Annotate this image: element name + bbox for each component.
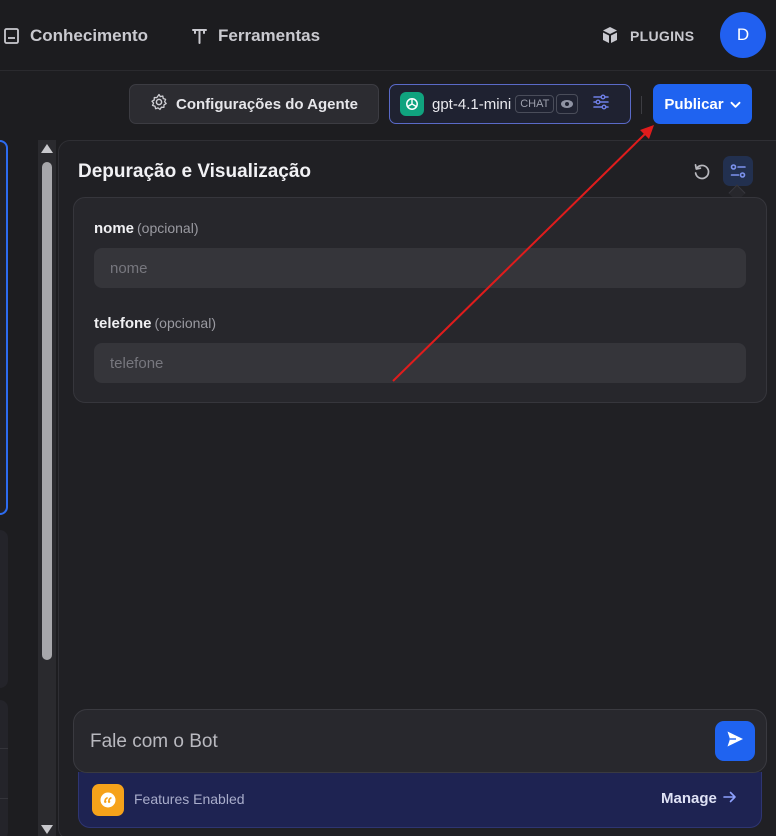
- nav-item-tools[interactable]: Ferramentas: [190, 24, 320, 48]
- model-selector[interactable]: gpt-4.1-mini CHAT: [389, 84, 631, 124]
- scroll-down-arrow[interactable]: [41, 825, 53, 834]
- toolbar-divider: [641, 96, 642, 114]
- field-name: telefone: [94, 315, 152, 332]
- nome-input[interactable]: [94, 248, 746, 288]
- left-panel-selected[interactable]: [0, 140, 8, 515]
- book-icon: [2, 26, 22, 46]
- model-name: gpt-4.1-mini: [432, 95, 512, 113]
- agent-settings-label: Configurações do Agente: [176, 95, 358, 113]
- cube-icon: [600, 25, 620, 48]
- left-panel[interactable]: [0, 530, 8, 688]
- scrollbar-thumb[interactable]: [42, 162, 52, 660]
- nav-item-knowledge[interactable]: Conhecimento: [2, 24, 148, 48]
- arrow-right-icon: [723, 790, 737, 807]
- publish-button[interactable]: Publicar: [653, 84, 752, 124]
- publish-label: Publicar: [664, 95, 724, 113]
- nav-item-plugins[interactable]: PLUGINS: [600, 24, 694, 48]
- topbar-divider: [0, 70, 776, 71]
- refresh-icon[interactable]: [690, 160, 714, 184]
- panel-title: Depuração e Visualização: [78, 161, 312, 182]
- left-panel[interactable]: [0, 700, 8, 836]
- tool-icon: [190, 26, 210, 46]
- agent-settings-button[interactable]: Configurações do Agente: [129, 84, 379, 124]
- field-label-telefone: telefone (opcional): [94, 315, 216, 332]
- quote-icon: [92, 784, 124, 816]
- optional-hint: (opcional): [137, 220, 199, 236]
- chevron-down-icon: [730, 96, 741, 113]
- field-label-nome: nome (opcional): [94, 220, 199, 237]
- eye-icon[interactable]: [556, 94, 579, 114]
- chat-mode-badge: CHAT: [515, 95, 555, 113]
- variables-icon[interactable]: [723, 156, 753, 186]
- telefone-input[interactable]: [94, 343, 746, 383]
- user-avatar[interactable]: D: [720, 12, 766, 58]
- plugins-label: PLUGINS: [630, 28, 695, 44]
- scroll-up-arrow[interactable]: [41, 144, 53, 153]
- send-icon: [725, 729, 745, 754]
- manage-link[interactable]: Manage: [661, 790, 737, 807]
- gear-icon: [150, 93, 168, 115]
- send-button[interactable]: [715, 721, 755, 761]
- avatar-initial: D: [736, 25, 750, 44]
- nav-item-knowledge-label: Conhecimento: [30, 26, 149, 45]
- openai-logo-icon: [400, 92, 424, 116]
- optional-hint: (opcional): [154, 315, 216, 331]
- top-navigation: Conhecimento Ferramentas PLUGINS D: [0, 0, 776, 70]
- chat-input[interactable]: [90, 722, 690, 762]
- nav-item-tools-label: Ferramentas: [218, 26, 321, 45]
- manage-label: Manage: [661, 790, 717, 807]
- field-name: nome: [94, 220, 135, 237]
- sliders-icon[interactable]: [592, 93, 610, 116]
- features-enabled-text: Features Enabled: [134, 791, 245, 807]
